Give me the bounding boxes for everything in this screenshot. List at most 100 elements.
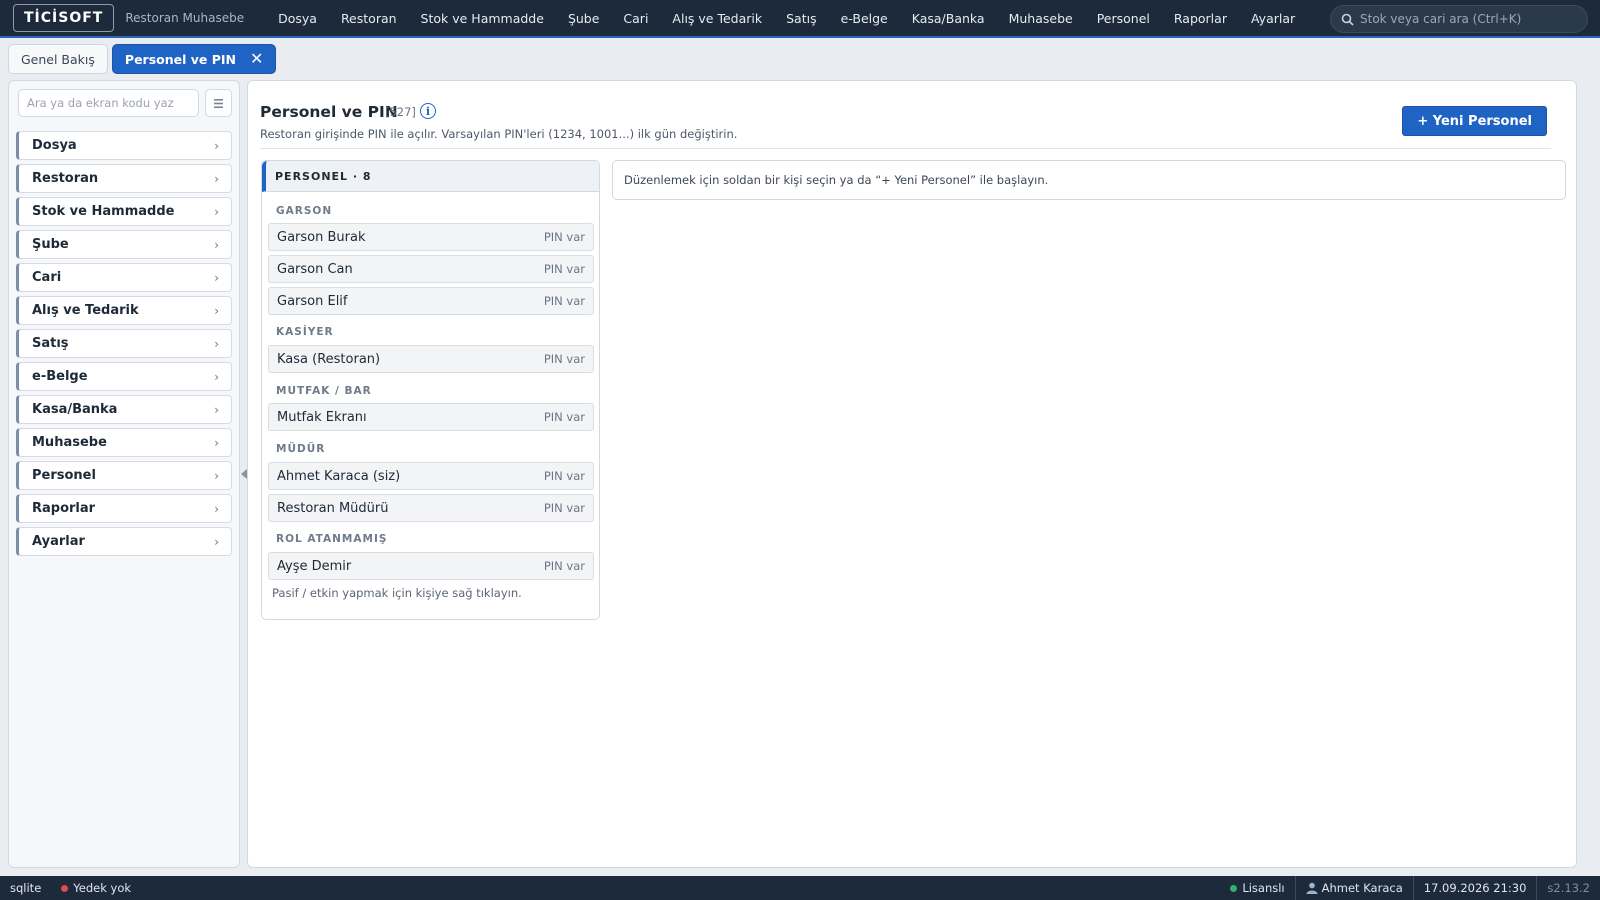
chevron-right-icon: › bbox=[214, 270, 219, 285]
sidebar-item-stok-ve-hammadde[interactable]: Stok ve Hammadde › bbox=[16, 197, 232, 226]
sidebar-item-e-belge[interactable]: e-Belge › bbox=[16, 362, 232, 391]
tab-genel-bakis[interactable]: Genel Bakış bbox=[8, 44, 108, 74]
page-title: Personel ve PIN bbox=[260, 103, 398, 121]
sidebar-item-label: Alış ve Tedarik bbox=[32, 303, 139, 318]
app-name: Restoran Muhasebe bbox=[125, 11, 245, 25]
staff-name: Garson Elif bbox=[277, 293, 348, 309]
sidebar-item-kasa-banka[interactable]: Kasa/Banka › bbox=[16, 395, 232, 424]
user-status[interactable]: Ahmet Karaca bbox=[1294, 876, 1413, 900]
sidebar-item-alis-ve-tedarik[interactable]: Alış ve Tedarik › bbox=[16, 296, 232, 325]
menu-cari[interactable]: Cari bbox=[611, 0, 660, 37]
staff-list-hint: Pasif / etkin yapmak için kişiye sağ tık… bbox=[272, 586, 522, 600]
staff-name: Kasa (Restoran) bbox=[277, 351, 381, 367]
sidebar-item-sube[interactable]: Şube › bbox=[16, 230, 232, 259]
chevron-right-icon: › bbox=[214, 501, 219, 516]
sidebar-item-label: Stok ve Hammadde bbox=[32, 204, 175, 219]
chevron-right-icon: › bbox=[214, 171, 219, 186]
app-logo[interactable]: TİCİSOFT bbox=[13, 4, 115, 32]
menu-restoran[interactable]: Restoran bbox=[329, 0, 409, 37]
menu-muhasebe[interactable]: Muhasebe bbox=[997, 0, 1085, 37]
sidebar-search-row bbox=[18, 89, 232, 117]
pin-status: PIN var bbox=[543, 352, 585, 366]
menu-dosya[interactable]: Dosya bbox=[266, 0, 329, 37]
info-icon[interactable]: i bbox=[420, 103, 436, 119]
list-icon[interactable] bbox=[205, 89, 232, 117]
group-label-mutfak-bar: MUTFAK / BAR bbox=[276, 385, 372, 397]
staff-list-panel: PERSONEL · 8 GARSON Garson Burak PIN var … bbox=[261, 160, 600, 620]
menu-sube[interactable]: Şube bbox=[556, 0, 611, 37]
sidebar-item-restoran[interactable]: Restoran › bbox=[16, 164, 232, 193]
staff-name: Garson Burak bbox=[277, 229, 366, 245]
menu-e-belge[interactable]: e-Belge bbox=[829, 0, 900, 37]
sidebar-item-raporlar[interactable]: Raporlar › bbox=[16, 494, 232, 523]
new-staff-button[interactable]: + Yeni Personel bbox=[1402, 106, 1547, 136]
backup-status[interactable]: Yedek yok bbox=[51, 876, 141, 900]
backup-label: Yedek yok bbox=[73, 881, 132, 895]
staff-row[interactable]: Kasa (Restoran) PIN var bbox=[268, 345, 594, 373]
grid-icon bbox=[214, 98, 223, 108]
staff-list-header: PERSONEL · 8 bbox=[262, 161, 599, 192]
global-search[interactable] bbox=[1330, 5, 1588, 33]
menu-personel[interactable]: Personel bbox=[1085, 0, 1162, 37]
sidebar-item-personel[interactable]: Personel › bbox=[16, 461, 232, 490]
staff-row[interactable]: Garson Burak PIN var bbox=[268, 223, 594, 251]
staff-row[interactable]: Mutfak Ekranı PIN var bbox=[268, 403, 594, 431]
sidebar-item-dosya[interactable]: Dosya › bbox=[16, 131, 232, 160]
tab-label: Genel Bakış bbox=[21, 51, 95, 67]
pin-status: PIN var bbox=[543, 501, 585, 515]
sidebar-item-label: e-Belge bbox=[32, 369, 88, 384]
tab-strip: Genel Bakış Personel ve PIN ✕ bbox=[0, 40, 1600, 78]
db-label: sqlite bbox=[10, 881, 42, 895]
page-subtitle: Restoran girişinde PIN ile açılır. Varsa… bbox=[260, 127, 738, 141]
pin-status: PIN var bbox=[543, 262, 585, 276]
sidebar-item-label: Raporlar bbox=[32, 501, 96, 516]
chevron-right-icon: › bbox=[214, 138, 219, 153]
status-dot-icon bbox=[1230, 884, 1238, 892]
sidebar-search-input[interactable] bbox=[18, 89, 199, 117]
sidebar-nav: Dosya › Restoran › Stok ve Hammadde › Şube ›… bbox=[16, 131, 232, 560]
staff-name: Garson Can bbox=[277, 261, 353, 277]
datetime-label: 17.09.2026 21:30 bbox=[1423, 881, 1527, 895]
sidebar-item-cari[interactable]: Cari › bbox=[16, 263, 232, 292]
version-label: s2.13.2 bbox=[1547, 881, 1590, 895]
sidebar-item-label: Personel bbox=[32, 468, 96, 483]
menu-raporlar[interactable]: Raporlar bbox=[1162, 0, 1239, 37]
staff-row[interactable]: Ahmet Karaca (siz) PIN var bbox=[268, 462, 594, 490]
pin-status: PIN var bbox=[543, 410, 585, 424]
staff-row[interactable]: Garson Elif PIN var bbox=[268, 287, 594, 315]
sidebar-item-label: Şube bbox=[32, 237, 69, 252]
menu-kasa-banka[interactable]: Kasa/Banka bbox=[900, 0, 997, 37]
chevron-right-icon: › bbox=[214, 534, 219, 549]
sidebar-item-label: Cari bbox=[32, 270, 62, 285]
staff-name: Mutfak Ekranı bbox=[277, 409, 367, 425]
group-label-mudur: MÜDÜR bbox=[276, 443, 326, 455]
status-bar-right: Lisanslı Ahmet Karaca 17.09.2026 21:30 s… bbox=[1220, 876, 1600, 900]
group-label-rol-atanmamis: ROL ATANMAMIŞ bbox=[276, 533, 388, 545]
close-icon[interactable]: ✕ bbox=[250, 51, 263, 67]
group-label-garson: GARSON bbox=[276, 205, 333, 217]
sidebar-item-label: Dosya bbox=[32, 138, 77, 153]
status-dot-icon bbox=[61, 884, 69, 892]
menu-satis[interactable]: Satış bbox=[774, 0, 828, 37]
global-search-input[interactable] bbox=[1360, 12, 1580, 26]
sidebar-item-muhasebe[interactable]: Muhasebe › bbox=[16, 428, 232, 457]
user-icon bbox=[1306, 882, 1318, 894]
status-bar: sqlite Yedek yok Lisanslı Ahmet Karaca 1… bbox=[0, 876, 1600, 900]
main-menu: Dosya Restoran Stok ve Hammadde Şube Car… bbox=[266, 0, 1307, 37]
menu-ayarlar[interactable]: Ayarlar bbox=[1239, 0, 1307, 37]
staff-row[interactable]: Restoran Müdürü PIN var bbox=[268, 494, 594, 522]
menu-stok-ve-hammadde[interactable]: Stok ve Hammadde bbox=[409, 0, 556, 37]
chevron-right-icon: › bbox=[214, 435, 219, 450]
staff-name: Ahmet Karaca (siz) bbox=[277, 468, 401, 484]
chevron-right-icon: › bbox=[214, 336, 219, 351]
sidebar-item-label: Muhasebe bbox=[32, 435, 107, 450]
chevron-right-icon: › bbox=[214, 237, 219, 252]
chevron-right-icon: › bbox=[214, 204, 219, 219]
sidebar-item-ayarlar[interactable]: Ayarlar › bbox=[16, 527, 232, 556]
sidebar-item-satis[interactable]: Satış › bbox=[16, 329, 232, 358]
staff-row[interactable]: Ayşe Demir PIN var bbox=[268, 552, 594, 580]
tab-personel-ve-pin[interactable]: Personel ve PIN ✕ bbox=[111, 44, 277, 74]
staff-row[interactable]: Garson Can PIN var bbox=[268, 255, 594, 283]
menu-alis-ve-tedarik[interactable]: Alış ve Tedarik bbox=[660, 0, 774, 37]
tab-label: Personel ve PIN bbox=[124, 51, 237, 67]
